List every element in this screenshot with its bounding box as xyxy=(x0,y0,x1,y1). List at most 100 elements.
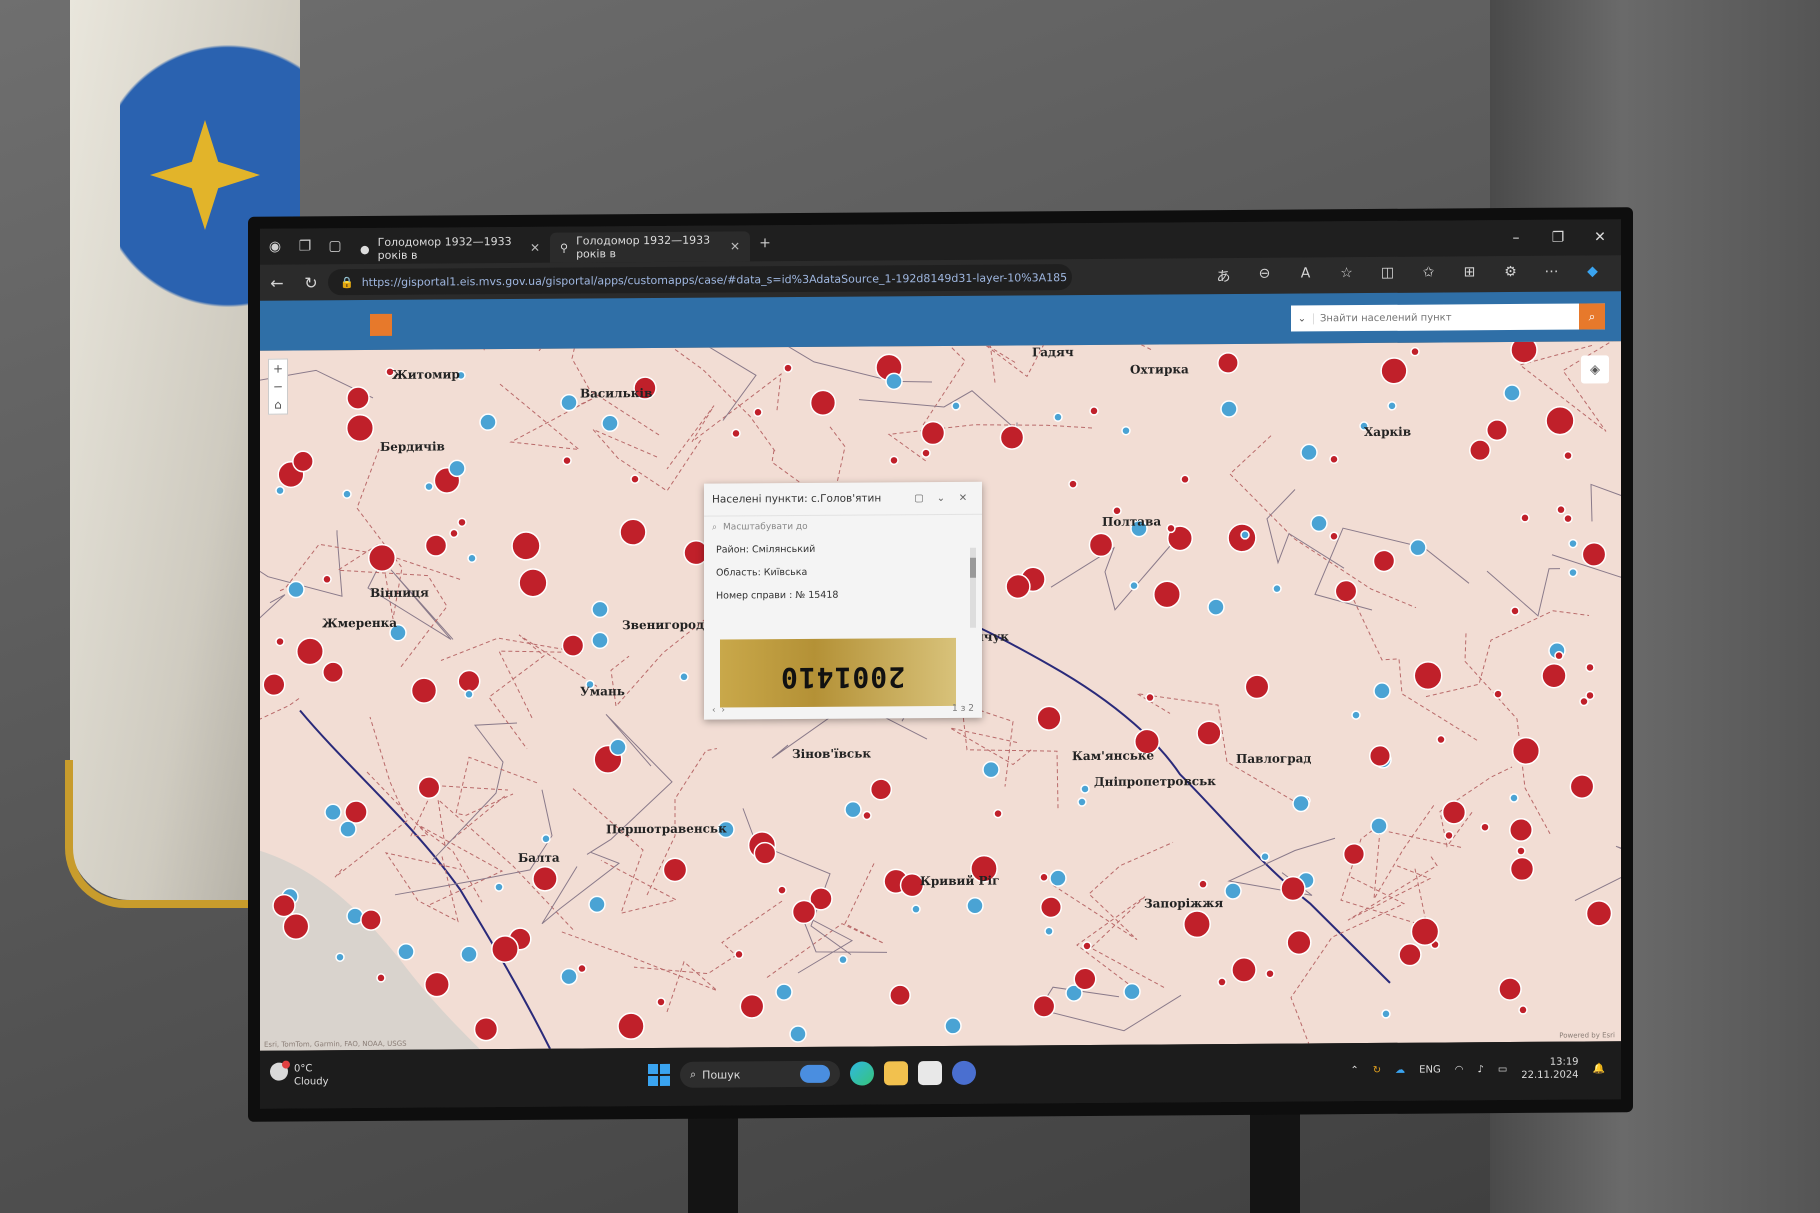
cluster-marker-red[interactable] xyxy=(275,636,285,647)
zoom-in-button[interactable]: + xyxy=(269,360,287,378)
cluster-marker-red[interactable] xyxy=(791,899,817,925)
cluster-marker-blue[interactable] xyxy=(541,834,551,844)
cluster-marker-red[interactable] xyxy=(1493,689,1503,699)
address-bar[interactable]: 🔒 https://gisportal1.eis.mvs.gov.ua/gisp… xyxy=(328,264,1072,296)
map-view[interactable]: + − ⌂ ◈ Житомир Бердичів Васильків Вінни… xyxy=(260,341,1621,1051)
cluster-marker-blue[interactable] xyxy=(591,600,609,619)
cluster-marker-red[interactable] xyxy=(1180,474,1190,485)
cluster-marker-red[interactable] xyxy=(999,425,1025,450)
cluster-marker-blue[interactable] xyxy=(560,967,578,986)
cluster-marker-red[interactable] xyxy=(367,543,397,572)
clock[interactable]: 13:19 22.11.2024 xyxy=(1521,1056,1578,1082)
cluster-marker-blue[interactable] xyxy=(1409,538,1427,557)
cluster-marker-blue[interactable] xyxy=(911,904,921,914)
cluster-marker-red[interactable] xyxy=(1153,580,1181,609)
cluster-marker-red[interactable] xyxy=(1436,734,1446,745)
cluster-marker-red[interactable] xyxy=(920,420,946,446)
cluster-marker-blue[interactable] xyxy=(1381,1009,1391,1019)
cluster-marker-blue[interactable] xyxy=(601,414,619,433)
cluster-marker-blue[interactable] xyxy=(1310,514,1328,533)
cluster-marker-red[interactable] xyxy=(1329,531,1339,542)
cluster-marker-blue[interactable] xyxy=(1387,401,1397,411)
cluster-marker-blue[interactable] xyxy=(1049,869,1067,887)
cluster-marker-red[interactable] xyxy=(262,673,286,697)
cluster-marker-red[interactable] xyxy=(731,428,741,439)
dock-icon[interactable]: ▢ xyxy=(908,493,930,504)
cluster-marker-red[interactable] xyxy=(346,386,370,410)
taskbar-search[interactable]: ⌕ Пошук xyxy=(680,1060,840,1088)
cluster-marker-red[interactable] xyxy=(1039,872,1049,883)
cluster-marker-red[interactable] xyxy=(272,893,296,918)
app-logo[interactable] xyxy=(370,313,392,336)
zoom-out-button[interactable]: − xyxy=(269,378,287,396)
cluster-marker-red[interactable] xyxy=(1518,1005,1528,1015)
cluster-marker-blue[interactable] xyxy=(397,942,415,961)
cluster-marker-blue[interactable] xyxy=(1123,982,1141,1001)
cluster-marker-red[interactable] xyxy=(1265,968,1275,979)
cluster-marker-red[interactable] xyxy=(1217,977,1227,987)
store-icon[interactable] xyxy=(918,1060,942,1086)
cluster-marker-red[interactable] xyxy=(410,677,438,704)
security-app-icon[interactable] xyxy=(952,1060,976,1085)
cluster-marker-red[interactable] xyxy=(518,568,548,598)
cluster-marker-red[interactable] xyxy=(322,574,332,585)
cluster-marker-blue[interactable] xyxy=(1568,567,1578,578)
cluster-marker-blue[interactable] xyxy=(1292,794,1310,813)
browser-tab[interactable]: ● Голодомор 1932—1933 років в ✕ xyxy=(350,233,550,264)
cluster-marker-red[interactable] xyxy=(491,935,519,963)
cluster-marker-red[interactable] xyxy=(617,1012,645,1040)
cluster-marker-red[interactable] xyxy=(511,531,541,561)
cluster-marker-red[interactable] xyxy=(1444,830,1454,841)
cluster-marker-red[interactable] xyxy=(1244,674,1270,700)
collapse-icon[interactable]: ⌄ xyxy=(930,492,952,503)
cluster-marker-blue[interactable] xyxy=(1373,682,1391,700)
more-icon[interactable]: ⋯ xyxy=(1531,264,1572,284)
cluster-marker-red[interactable] xyxy=(457,517,467,528)
cluster-marker-red[interactable] xyxy=(1410,346,1420,357)
cluster-marker-blue[interactable] xyxy=(464,689,474,700)
browser-tab-active[interactable]: ⚲ Голодомор 1932—1933 років в ✕ xyxy=(550,231,750,263)
cluster-marker-red[interactable] xyxy=(1231,957,1257,983)
cluster-marker-red[interactable] xyxy=(1509,817,1533,842)
cluster-marker-red[interactable] xyxy=(1183,910,1211,939)
cluster-marker-red[interactable] xyxy=(1510,341,1538,364)
cluster-marker-red[interactable] xyxy=(1145,692,1155,703)
cluster-marker-red[interactable] xyxy=(809,389,837,416)
workspaces-icon[interactable]: ❐ xyxy=(290,228,320,264)
cluster-marker-red[interactable] xyxy=(424,971,450,998)
cluster-marker-red[interactable] xyxy=(1198,879,1208,889)
cluster-marker-red[interactable] xyxy=(577,963,587,974)
cluster-marker-red[interactable] xyxy=(1585,662,1595,673)
search-icon[interactable]: ⌕ xyxy=(1579,303,1605,330)
cluster-marker-red[interactable] xyxy=(1342,842,1366,866)
favorite-star-icon[interactable]: ☆ xyxy=(1326,265,1367,285)
cluster-marker-red[interactable] xyxy=(753,407,763,418)
cluster-marker-blue[interactable] xyxy=(588,895,606,914)
sync-icon[interactable]: ↻ xyxy=(1373,1064,1381,1075)
cluster-marker-red[interactable] xyxy=(1166,523,1176,534)
cluster-marker-red[interactable] xyxy=(1585,690,1595,701)
cluster-marker-red[interactable] xyxy=(1036,705,1062,731)
cluster-marker-red[interactable] xyxy=(1372,549,1396,573)
cluster-marker-red[interactable] xyxy=(862,810,872,821)
cluster-marker-red[interactable] xyxy=(869,778,893,801)
cluster-marker-blue[interactable] xyxy=(1272,583,1282,594)
cluster-marker-red[interactable] xyxy=(1585,900,1613,927)
cluster-marker-red[interactable] xyxy=(344,800,368,824)
cluster-marker-red[interactable] xyxy=(993,808,1003,819)
cluster-marker-red[interactable] xyxy=(424,534,448,557)
cluster-marker-red[interactable] xyxy=(1556,504,1566,515)
cluster-marker-red[interactable] xyxy=(734,949,744,960)
cluster-marker-blue[interactable] xyxy=(789,1025,807,1043)
weather-widget[interactable]: 0°C Cloudy xyxy=(270,1062,328,1088)
cluster-marker-red[interactable] xyxy=(417,776,441,800)
cluster-marker-red[interactable] xyxy=(753,841,777,865)
zoom-to-action[interactable]: ⌕ Масштабувати до xyxy=(704,515,982,539)
volume-icon[interactable]: ♪ xyxy=(1477,1064,1483,1075)
home-icon[interactable]: ⌂ xyxy=(269,396,287,414)
cluster-marker-blue[interactable] xyxy=(460,945,478,964)
close-tab-icon[interactable]: ✕ xyxy=(730,239,740,253)
cluster-marker-red[interactable] xyxy=(561,634,585,657)
cluster-marker-blue[interactable] xyxy=(324,803,342,821)
cluster-marker-red[interactable] xyxy=(562,455,572,466)
